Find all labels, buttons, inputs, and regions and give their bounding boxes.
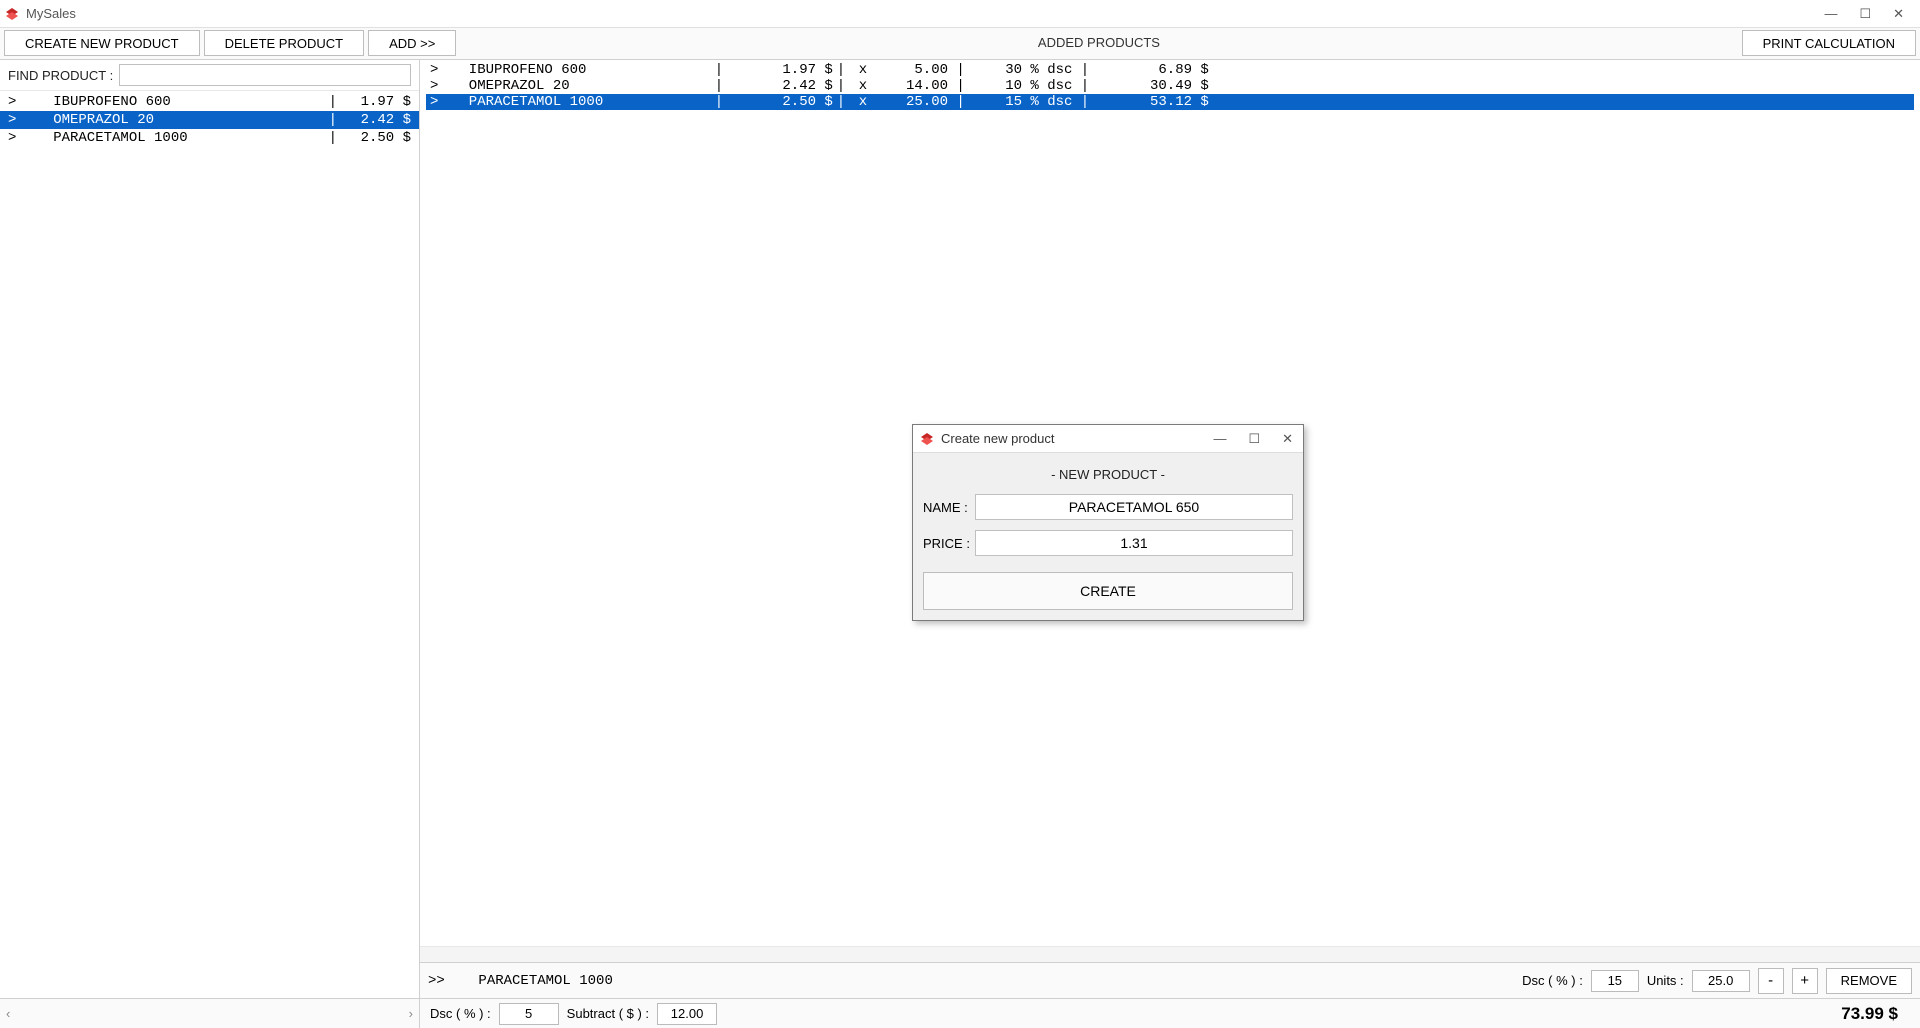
product-row[interactable]: > OMEPRAZOL 20|2.42 $ — [0, 111, 419, 129]
dialog-create-button[interactable]: CREATE — [923, 572, 1293, 610]
create-product-dialog: Create new product — ☐ ✕ - NEW PRODUCT -… — [912, 424, 1304, 621]
selected-prefix: >> — [428, 973, 445, 989]
window-title: MySales — [26, 6, 76, 21]
added-total: 30.49 — [1092, 78, 1192, 94]
added-products-label: ADDED PRODUCTS — [460, 28, 1737, 59]
added-footer: >> PARACETAMOL 1000 Dsc ( % ) : Units : … — [420, 962, 1920, 998]
dialog-minimize-icon[interactable]: — — [1213, 431, 1226, 447]
product-name: PARACETAMOL 1000 — [28, 130, 325, 146]
product-price: 2.42 $ — [341, 112, 411, 128]
footer-dsc-input[interactable] — [1591, 970, 1639, 992]
added-row[interactable]: > PARACETAMOL 1000|2.50 $|x25.00 |15 % d… — [426, 94, 1914, 110]
added-dsc: 15 — [962, 94, 1022, 110]
bottom-subtract-input[interactable] — [657, 1003, 717, 1025]
bottom-bar: ‹ › Dsc ( % ) : Subtract ( $ ) : 73.99 $ — [0, 998, 1920, 1028]
window-minimize-icon[interactable]: — — [1824, 6, 1837, 22]
product-price: 2.50 $ — [341, 130, 411, 146]
left-horizontal-scrollbar[interactable]: ‹ › — [0, 999, 420, 1028]
chevron-right-icon: > — [8, 94, 28, 110]
dialog-title: Create new product — [941, 431, 1054, 446]
dialog-maximize-icon[interactable]: ☐ — [1248, 431, 1260, 447]
units-increase-button[interactable]: + — [1792, 968, 1818, 994]
bottom-subtract-label: Subtract ( $ ) : — [567, 1006, 649, 1021]
product-name: IBUPROFENO 600 — [28, 94, 325, 110]
chevron-right-icon: > — [430, 78, 452, 94]
delete-product-button[interactable]: DELETE PRODUCT — [204, 30, 364, 56]
added-row[interactable]: > IBUPROFENO 600|1.97 $|x5.00 |30 % dsc … — [426, 62, 1914, 78]
find-product-input[interactable] — [119, 64, 411, 86]
dialog-app-icon — [919, 431, 935, 447]
product-row[interactable]: > PARACETAMOL 1000|2.50 $ — [0, 129, 419, 147]
added-name: OMEPRAZOL 20 — [452, 78, 712, 94]
product-name: OMEPRAZOL 20 — [28, 112, 325, 128]
product-row[interactable]: > IBUPROFENO 600|1.97 $ — [0, 93, 419, 111]
added-price: 2.50 — [726, 94, 816, 110]
dialog-close-icon[interactable]: ✕ — [1282, 431, 1293, 447]
footer-dsc-label: Dsc ( % ) : — [1522, 973, 1583, 988]
added-row[interactable]: > OMEPRAZOL 20|2.42 $|x14.00 |10 % dsc |… — [426, 78, 1914, 94]
create-new-product-button[interactable]: CREATE NEW PRODUCT — [4, 30, 200, 56]
left-pane: FIND PRODUCT : > IBUPROFENO 600|1.97 $> … — [0, 60, 420, 998]
added-qty: 25.00 — [878, 94, 948, 110]
added-dsc: 30 — [962, 62, 1022, 78]
app-icon — [4, 6, 20, 22]
added-price: 2.42 — [726, 78, 816, 94]
right-pane: > IBUPROFENO 600|1.97 $|x5.00 |30 % dsc … — [420, 60, 1920, 998]
dialog-price-label: PRICE : — [923, 536, 975, 551]
footer-units-label: Units : — [1647, 973, 1684, 988]
added-price: 1.97 — [726, 62, 816, 78]
added-total: 6.89 — [1092, 62, 1192, 78]
chevron-right-icon: > — [8, 112, 28, 128]
added-name: PARACETAMOL 1000 — [452, 94, 712, 110]
scroll-left-arrow-icon[interactable]: ‹ — [6, 1006, 10, 1021]
grand-total: 73.99 $ — [1841, 1004, 1910, 1024]
dialog-price-input[interactable] — [975, 530, 1293, 556]
scroll-right-arrow-icon[interactable]: › — [409, 1006, 413, 1021]
window-maximize-icon[interactable]: ☐ — [1859, 6, 1871, 22]
window-close-icon[interactable]: ✕ — [1893, 6, 1904, 22]
chevron-right-icon: > — [430, 62, 452, 78]
find-product-label: FIND PRODUCT : — [8, 68, 113, 83]
added-qty: 5.00 — [878, 62, 948, 78]
chevron-right-icon: > — [8, 130, 28, 146]
titlebar: MySales — ☐ ✕ — [0, 0, 1920, 28]
toolbar: CREATE NEW PRODUCT DELETE PRODUCT ADD >>… — [0, 28, 1920, 60]
product-price: 1.97 $ — [341, 94, 411, 110]
product-list[interactable]: > IBUPROFENO 600|1.97 $> OMEPRAZOL 20|2.… — [0, 91, 419, 998]
selected-product-name: PARACETAMOL 1000 — [478, 973, 612, 989]
dialog-name-label: NAME : — [923, 500, 975, 515]
add-button[interactable]: ADD >> — [368, 30, 456, 56]
remove-button[interactable]: REMOVE — [1826, 968, 1912, 994]
dialog-header: - NEW PRODUCT - — [923, 461, 1293, 494]
added-dsc: 10 — [962, 78, 1022, 94]
print-calculation-button[interactable]: PRINT CALCULATION — [1742, 30, 1916, 56]
added-total: 53.12 — [1092, 94, 1192, 110]
chevron-right-icon: > — [430, 94, 452, 110]
added-horizontal-scrollbar[interactable] — [420, 946, 1920, 962]
footer-units-input[interactable] — [1692, 970, 1750, 992]
dialog-name-input[interactable] — [975, 494, 1293, 520]
bottom-dsc-input[interactable] — [499, 1003, 559, 1025]
units-decrease-button[interactable]: - — [1758, 968, 1784, 994]
bottom-dsc-label: Dsc ( % ) : — [430, 1006, 491, 1021]
added-qty: 14.00 — [878, 78, 948, 94]
added-name: IBUPROFENO 600 — [452, 62, 712, 78]
